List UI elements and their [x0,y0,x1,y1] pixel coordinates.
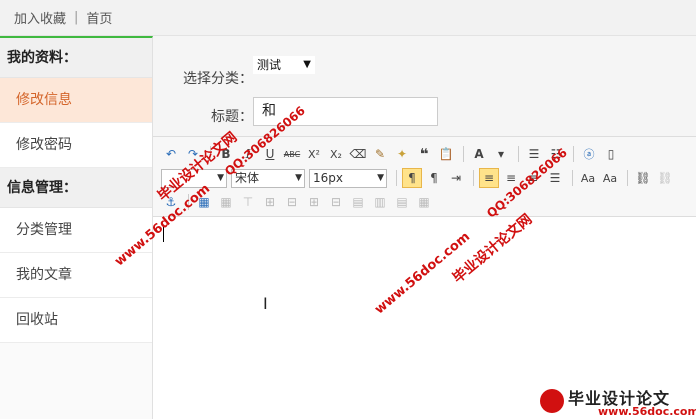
font-color-icon[interactable]: A [469,144,489,164]
chevron-down-icon: ▼ [303,59,311,70]
sidebar-section-info-management: 信息管理： [0,168,152,208]
toolbar-divider [627,170,628,186]
toolbar-divider [572,170,573,186]
top-bar: 加入收藏 | 首页 [0,0,696,36]
merge-right-icon[interactable]: ▥ [370,192,390,212]
merge-down-icon[interactable]: ▤ [392,192,412,212]
chevron-down-icon: ▼ [217,172,224,183]
magic-wand-icon[interactable]: ✦ [392,144,412,164]
indent-icon[interactable]: ⇥ [446,168,466,188]
merge-cells-icon[interactable]: ▤ [348,192,368,212]
ltr-direction-icon[interactable]: ¶ [402,168,422,188]
highlight-icon[interactable]: ▾ [491,144,511,164]
uppercase-icon[interactable]: Aa [578,168,598,188]
category-select[interactable]: 测试 ▼ [253,56,315,74]
lowercase-icon[interactable]: Aa [600,168,620,188]
insert-col-icon[interactable]: ⊞ [304,192,324,212]
category-select-value: 测试 [257,58,282,72]
superscript-icon[interactable]: X² [304,144,324,164]
quote-icon[interactable]: ❝ [414,144,434,164]
insert-paragraph-icon[interactable]: ⊤ [238,192,258,212]
format-brush-icon[interactable]: ✎ [370,144,390,164]
align-left-icon[interactable]: ≡ [479,168,499,188]
unlink-icon[interactable]: ⛓ [655,168,675,188]
undo-icon[interactable]: ↶ [161,144,181,164]
editor-toolbar: ↶ ↷ B I U ABC X² X₂ ⌫ ✎ ✦ ❝ 📋 A ▾ ☰ ☷ ⓐ … [153,137,696,217]
rtl-direction-icon[interactable]: ¶ [424,168,444,188]
toolbar-divider [396,170,397,186]
sidebar-section-profile: 我的资料： [0,38,152,78]
sidebar-item-change-password[interactable]: 修改密码 [0,123,152,168]
font-size-value: 16px [313,170,343,185]
toolbar-divider [518,146,519,162]
sidebar-item-edit-info[interactable]: 修改信息 [0,78,152,123]
title-label: 标题： [211,109,253,125]
insert-row-icon[interactable]: ⊞ [260,192,280,212]
delete-table-icon[interactable]: ▦ [216,192,236,212]
delete-col-icon[interactable]: ⊟ [326,192,346,212]
select-all-icon[interactable]: ⓐ [579,144,599,164]
toolbar-divider [463,146,464,162]
add-favorite-link[interactable]: 加入收藏 [14,8,66,27]
site-logo: 毕业设计论文 www.56doc.com [536,385,696,419]
strikethrough-icon[interactable]: ABC [282,144,302,164]
home-link[interactable]: 首页 [86,8,112,27]
font-size-select[interactable]: 16px ▼ [309,168,387,188]
split-cells-icon[interactable]: ▦ [414,192,434,212]
logo-url: www.56doc.com [598,405,696,418]
eraser-icon[interactable]: ⌫ [348,144,368,164]
toolbar-divider [573,146,574,162]
logo-mark [540,389,564,413]
chevron-down-icon: ▼ [377,172,384,183]
font-family-value: 宋体 [235,170,260,185]
i-beam-cursor-icon: I [263,294,268,313]
delete-row-icon[interactable]: ⊟ [282,192,302,212]
font-family-select[interactable]: 宋体 ▼ [231,168,305,188]
topbar-separator: | [74,10,79,25]
paste-icon[interactable]: 📋 [436,144,456,164]
subscript-icon[interactable]: X₂ [326,144,346,164]
toolbar-divider [473,170,474,186]
link-icon[interactable]: ⛓ [633,168,653,188]
main-panel: 选择分类： 测试 ▼ 标题： 和 ↶ ↷ B I U ABC X² X₂ ⌫ ✎… [153,36,696,419]
sidebar-item-recycle-bin[interactable]: 回收站 [0,298,152,343]
category-label: 选择分类： [183,71,253,87]
new-doc-icon[interactable]: ▯ [601,144,621,164]
chevron-down-icon: ▼ [295,172,302,183]
sidebar: 我的资料： 修改信息 修改密码 信息管理： 分类管理 我的文章 回收站 [0,36,153,419]
